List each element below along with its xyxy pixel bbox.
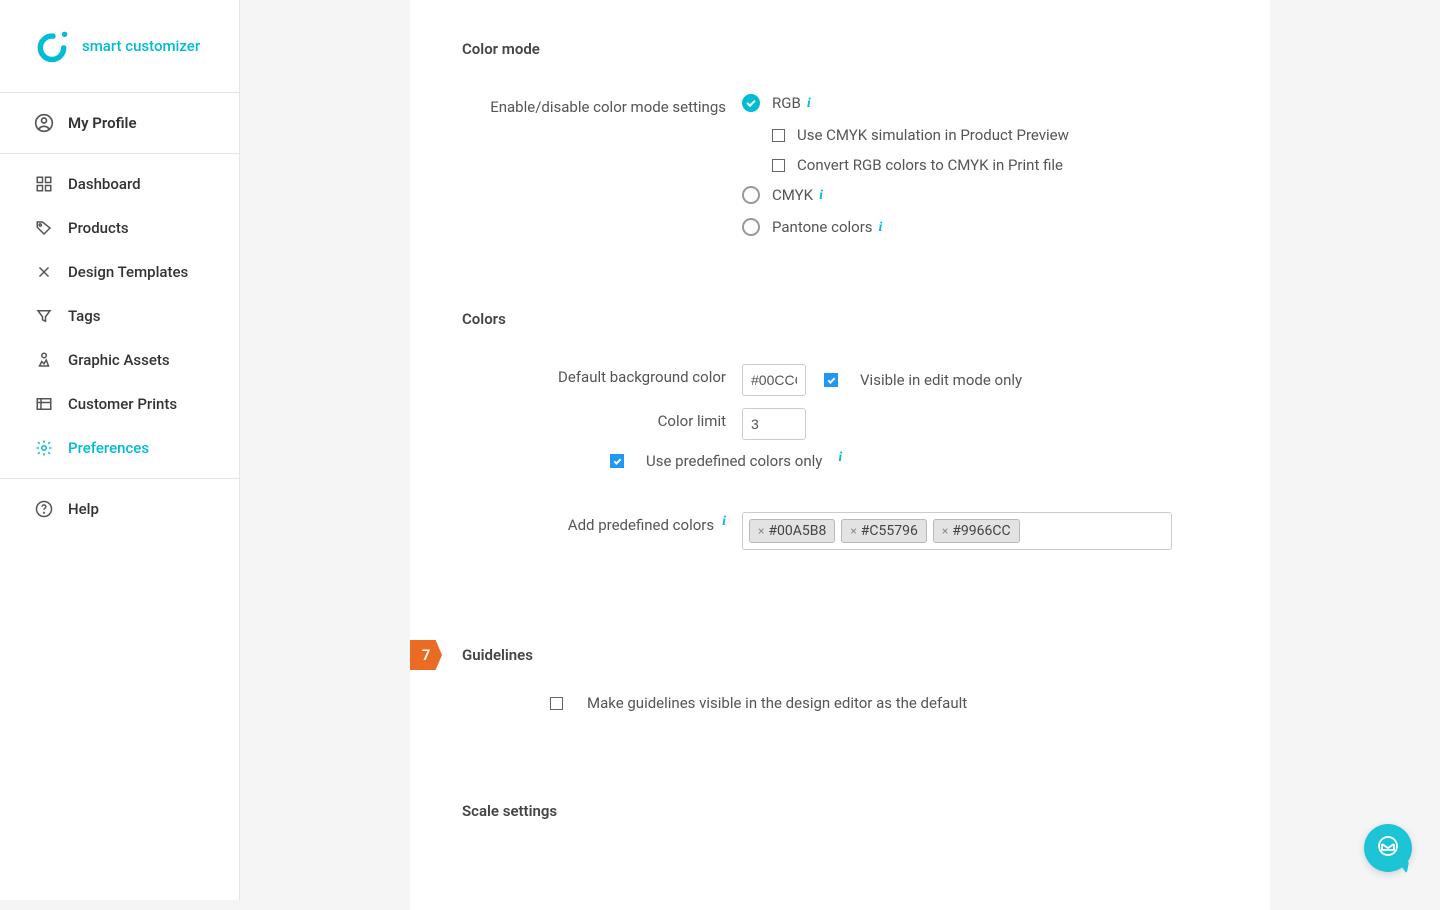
nav-section-help: Help [0,479,239,539]
filter-icon [34,306,54,326]
guidelines-title-text: Guidelines [462,646,533,664]
radio-cmyk-label: CMYK [772,186,813,204]
radio-pantone[interactable]: Pantone colors [742,218,873,236]
help-icon [34,499,54,519]
tag-remove-icon[interactable]: × [850,524,856,538]
label-bg-color: Default background color [462,364,742,386]
nav-my-profile[interactable]: My Profile [0,101,239,145]
color-tag: × #C55796 [841,519,926,543]
nav-design-templates[interactable]: Design Templates [0,250,239,294]
checkbox-convert-rgb-cmyk[interactable] [772,159,785,172]
nav-tags[interactable]: Tags [0,294,239,338]
row-predef-only: Use predefined colors only i [410,446,1270,476]
nav-help[interactable]: Help [0,487,239,531]
info-icon[interactable]: i [879,220,883,236]
nav-label: My Profile [68,114,137,132]
color-tag: × #00A5B8 [749,519,835,543]
info-icon[interactable]: i [838,450,842,466]
info-icon[interactable]: i [722,514,726,530]
checkbox-guidelines-visible[interactable] [550,697,563,710]
checkbox-predefined-only-label: Use predefined colors only [646,452,822,470]
tag-value: #00A5B8 [768,523,826,539]
section-scale-title: Scale settings [410,802,1270,820]
nav-products[interactable]: Products [0,206,239,250]
nav-label: Design Templates [68,263,188,281]
radio-pantone-label: Pantone colors [772,218,873,236]
checkbox-guidelines-label: Make guidelines visible in the design ed… [587,694,967,712]
nav-section-profile: My Profile [0,93,239,154]
tag-value: #C55796 [861,523,918,539]
tag-remove-icon[interactable]: × [942,524,948,538]
mail-icon [1376,834,1400,862]
nav-dashboard[interactable]: Dashboard [0,162,239,206]
ctrl-bg-color: Visible in edit mode only [742,364,1218,396]
tag-icon [34,218,54,238]
prints-icon [34,394,54,414]
section-guidelines-title: 7 Guidelines [410,646,1270,664]
predefined-colors-input[interactable]: × #00A5B8 × #C55796 × #9966CC [742,512,1172,550]
radio-indicator-icon [742,186,760,204]
radio-indicator-icon [742,218,760,236]
brand-logo-icon [34,28,70,64]
tag-remove-icon[interactable]: × [758,524,764,538]
row-guidelines-visible: Make guidelines visible in the design ed… [410,694,1270,712]
radio-indicator-icon [742,94,760,112]
checkbox-cmyk-simulation[interactable] [772,129,785,142]
row-add-predefined: Add predefined colors i × #00A5B8 × #C5579… [410,506,1270,556]
checkbox-cmyk-simulation-label: Use CMYK simulation in Product Preview [797,126,1069,144]
info-icon[interactable]: i [807,96,811,112]
sidebar: smart customizer My Profile Dashboard Pr… [0,0,240,900]
input-color-limit[interactable] [742,408,806,440]
nav-graphic-assets[interactable]: Graphic Assets [0,338,239,382]
brand-header: smart customizer [0,0,239,93]
nav-section-main: Dashboard Products Design Templates Tags… [0,154,239,479]
radio-rgb-label: RGB [772,94,801,112]
assets-icon [34,350,54,370]
ctrl-color-mode: RGB i Use CMYK simulation in Product Pre… [742,94,1218,244]
dashboard-icon [34,174,54,194]
nav-label: Customer Prints [68,395,177,413]
nav-label: Dashboard [68,175,141,193]
main-content: Color mode Enable/disable color mode set… [240,0,1440,910]
label-color-mode: Enable/disable color mode settings [462,94,742,116]
step-badge-7: 7 [410,640,442,670]
tools-icon [34,262,54,282]
checkbox-visible-edit-only[interactable] [824,373,838,387]
nav-preferences[interactable]: Preferences [0,426,239,470]
label-add-predefined: Add predefined colors [568,516,714,534]
nav-label: Tags [68,307,100,325]
section-color-mode-title: Color mode [410,40,1270,58]
gear-icon [34,438,54,458]
ctrl-color-limit [742,408,1218,440]
chat-support-button[interactable] [1364,824,1412,872]
ctrl-add-predefined: × #00A5B8 × #C55796 × #9966CC [742,512,1218,550]
nav-label: Preferences [68,439,149,457]
section-colors-title: Colors [410,310,1270,328]
radio-rgb[interactable]: RGB [742,94,801,112]
checkbox-predefined-only[interactable] [610,454,624,468]
user-icon [34,113,54,133]
row-bg-color: Default background color Visible in edit… [410,358,1270,402]
label-color-limit: Color limit [462,408,742,430]
nav-customer-prints[interactable]: Customer Prints [0,382,239,426]
nav-label: Help [68,500,99,518]
checkbox-visible-label: Visible in edit mode only [860,371,1022,389]
radio-cmyk[interactable]: CMYK [742,186,813,204]
row-color-limit: Color limit [410,402,1270,446]
row-color-mode: Enable/disable color mode settings RGB i [410,88,1270,250]
color-tag: × #9966CC [933,519,1020,543]
nav-label: Graphic Assets [68,351,170,369]
brand-name: smart customizer [82,37,200,55]
tag-value: #9966CC [952,523,1010,539]
checkbox-convert-label: Convert RGB colors to CMYK in Print file [797,156,1063,174]
preferences-card: Color mode Enable/disable color mode set… [410,0,1270,910]
nav-label: Products [68,219,129,237]
input-bg-color[interactable] [742,364,806,396]
info-icon[interactable]: i [819,188,823,204]
